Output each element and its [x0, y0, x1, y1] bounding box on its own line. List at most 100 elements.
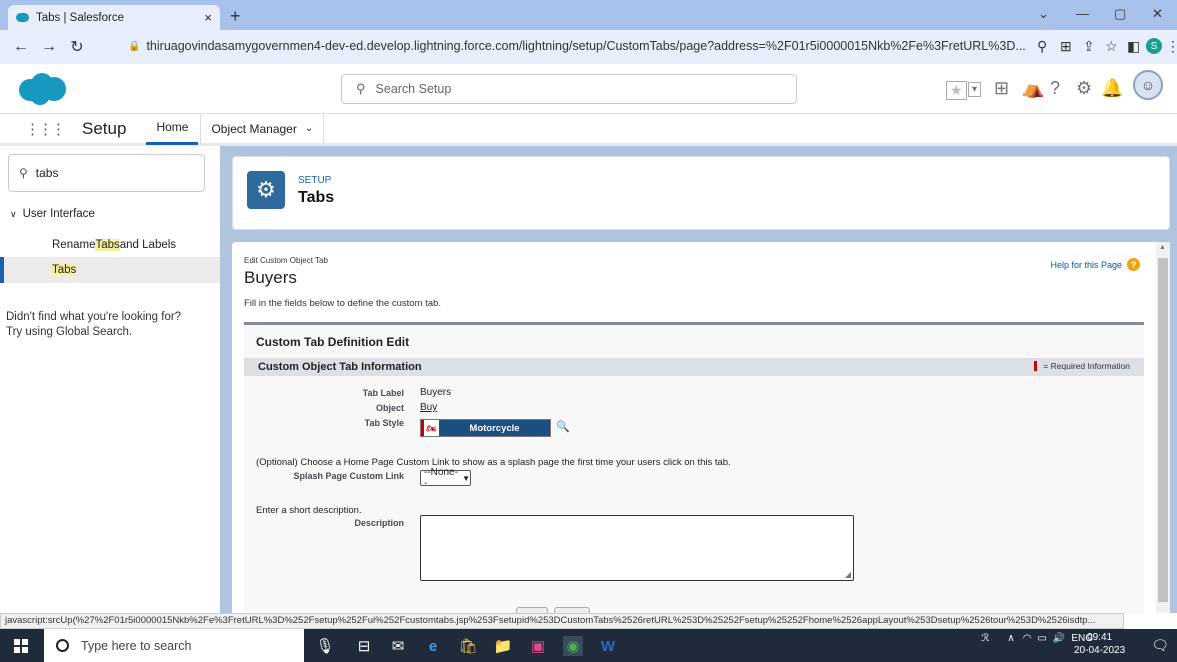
- kebab-menu-icon[interactable]: ⋮: [1166, 38, 1177, 55]
- sidebar-item-tabs[interactable]: Tabs: [0, 257, 220, 283]
- setup-gear-icon: ⚙: [247, 171, 285, 209]
- lookup-magnifier-icon[interactable]: 🔍: [556, 420, 570, 434]
- browser-tab-title: Tabs | Salesforce: [36, 11, 125, 24]
- help-question-icon[interactable]: ?: [1050, 78, 1060, 99]
- form-instructions: Fill in the fields below to define the c…: [244, 298, 441, 309]
- store-icon[interactable]: 🛍: [458, 636, 478, 656]
- sidebar-section-label: User Interface: [22, 208, 95, 220]
- quick-find-input[interactable]: ⚲ tabs: [8, 154, 205, 192]
- edit-label: Edit Custom Object Tab: [244, 256, 328, 265]
- new-tab-button[interactable]: +: [230, 6, 241, 27]
- global-actions-plus-icon[interactable]: ⊞: [994, 78, 1009, 99]
- back-arrow-icon[interactable]: ←: [10, 38, 32, 56]
- tab-search-chevron-icon[interactable]: ⌄: [1038, 6, 1049, 22]
- volume-icon[interactable]: 🔊: [1053, 633, 1065, 644]
- help-question-icon: ?: [1127, 258, 1140, 271]
- required-marker-icon: [1034, 361, 1038, 371]
- search-icon: ⚲: [356, 81, 366, 96]
- tab-definition-section: Custom Tab Definition Edit Custom Object…: [244, 322, 1144, 619]
- cortana-circle-icon: [56, 639, 69, 652]
- browser-toolbar: ← → ↻ 🔒 thiruagovindasamygovernmen4-dev-…: [0, 30, 1177, 64]
- scroll-up-icon[interactable]: ▲: [1159, 244, 1166, 251]
- page-scrollbar[interactable]: ▲: [1156, 242, 1170, 613]
- tab-label-value: Buyers: [420, 387, 452, 398]
- tab-style-selector[interactable]: 🏍 Motorcycle: [420, 419, 551, 437]
- address-bar[interactable]: 🔒 thiruagovindasamygovernmen4-dev-ed.dev…: [128, 33, 1028, 59]
- user-avatar-icon[interactable]: ☺: [1133, 70, 1163, 100]
- app-name: Setup: [82, 118, 127, 138]
- setup-search-input[interactable]: ⚲ Search Setup: [341, 74, 797, 104]
- minimize-window-icon[interactable]: —: [1076, 6, 1089, 21]
- splash-page-instructions: (Optional) Choose a Home Page Custom Lin…: [256, 457, 731, 468]
- sidebar-item-rename-tabs[interactable]: Rename Tabs and Labels: [0, 232, 220, 258]
- zoom-icon[interactable]: ⚲: [1037, 38, 1047, 55]
- notifications-bell-icon[interactable]: 🔔: [1101, 78, 1123, 99]
- favorites-dropdown-icon[interactable]: ▾: [968, 82, 982, 97]
- url-text: thiruagovindasamygovernmen4-dev-ed.devel…: [146, 39, 1026, 53]
- office-app-icon[interactable]: ▣: [528, 636, 548, 656]
- splash-page-label: Splash Page Custom Link: [293, 471, 404, 481]
- page-header-eyebrow: SETUP: [298, 175, 332, 186]
- sidebar-item-label: Rename: [52, 239, 96, 251]
- share-icon[interactable]: ⇪: [1083, 38, 1095, 55]
- trailhead-icon[interactable]: ⛺: [1022, 78, 1044, 99]
- setup-gear-icon[interactable]: ⚙: [1076, 78, 1092, 99]
- edit-form-frame: Edit Custom Object Tab Buyers Help for t…: [232, 242, 1170, 619]
- description-instructions: Enter a short description.: [256, 505, 362, 516]
- close-window-icon[interactable]: ✕: [1152, 6, 1163, 22]
- status-url-bar: javascript:srcUp(%27%2F01r5i0000015Nkb%2…: [0, 613, 1124, 629]
- not-found-message: Didn't find what you're looking for? Try…: [6, 310, 216, 340]
- favorites-star-icon[interactable]: ★: [946, 81, 967, 100]
- chrome-browser-icon[interactable]: ◉: [563, 636, 583, 656]
- microphone-icon[interactable]: 🎙: [315, 636, 335, 656]
- section-title: Custom Tab Definition Edit: [256, 335, 410, 349]
- file-explorer-icon[interactable]: 📁: [493, 636, 513, 656]
- tab-style-label: Tab Style: [364, 418, 404, 428]
- object-label: Object: [375, 403, 404, 413]
- salesforce-logo-icon[interactable]: [16, 72, 68, 106]
- battery-icon[interactable]: ▭: [1037, 633, 1046, 644]
- splash-page-select[interactable]: --None-- ▼: [420, 467, 471, 489]
- taskbar-search-input[interactable]: Type here to search: [44, 629, 304, 662]
- chevron-down-icon: ∨: [10, 208, 17, 219]
- not-found-line: Try using Global Search.: [6, 326, 133, 338]
- browser-tab-bar: Tabs | Salesforce × + ⌄ — ▢ ✕: [0, 0, 1177, 30]
- chevron-down-icon[interactable]: ⌄: [305, 123, 313, 134]
- show-hidden-icons-icon[interactable]: ∧: [1007, 633, 1014, 644]
- people-icon[interactable]: ℛ: [981, 633, 989, 644]
- word-icon[interactable]: W: [598, 636, 618, 656]
- action-center-icon[interactable]: 🗨: [1151, 637, 1169, 654]
- edge-browser-icon[interactable]: e: [423, 636, 443, 656]
- reload-icon[interactable]: ↻: [66, 37, 88, 57]
- tab-object-manager[interactable]: Object Manager ⌄: [200, 112, 325, 145]
- tab-label-label: Tab Label: [362, 388, 404, 398]
- browser-tab[interactable]: Tabs | Salesforce ×: [8, 5, 220, 30]
- record-title: Buyers: [244, 268, 297, 287]
- task-view-icon[interactable]: ⊟: [354, 636, 374, 656]
- profile-avatar-icon[interactable]: S: [1146, 38, 1162, 54]
- forward-arrow-icon[interactable]: →: [38, 38, 60, 56]
- taskbar-search-placeholder: Type here to search: [81, 638, 192, 653]
- splash-page-selected: --None--: [424, 467, 458, 489]
- sidebar-item-label: and Labels: [119, 239, 177, 251]
- not-found-line: Didn't find what you're looking for?: [6, 311, 182, 323]
- resize-grip-icon[interactable]: ◢: [845, 570, 851, 579]
- restore-window-icon[interactable]: ▢: [1114, 6, 1126, 22]
- description-textarea[interactable]: ◢: [420, 515, 854, 581]
- sidebar-section-user-interface[interactable]: ∨ User Interface: [10, 208, 95, 220]
- app-launcher-icon[interactable]: ⋮⋮⋮: [25, 120, 66, 138]
- close-tab-icon[interactable]: ×: [204, 10, 212, 25]
- translate-icon[interactable]: ⊞: [1060, 38, 1072, 55]
- taskbar-clock[interactable]: 09:41 20-04-2023: [1074, 631, 1125, 657]
- object-link[interactable]: Buy: [420, 402, 437, 413]
- help-link[interactable]: Help for this Page ?: [1050, 258, 1140, 271]
- mail-icon[interactable]: ✉: [388, 636, 408, 656]
- info-subheader-title: Custom Object Tab Information: [258, 361, 422, 373]
- scrollbar-thumb[interactable]: [1158, 258, 1168, 602]
- sidebar-toggle-icon[interactable]: ◧: [1127, 38, 1140, 55]
- wifi-icon[interactable]: ◠: [1023, 633, 1032, 644]
- bookmark-star-icon[interactable]: ☆: [1105, 38, 1118, 55]
- motorcycle-icon: 🏍: [421, 420, 439, 436]
- tab-home[interactable]: Home: [146, 113, 199, 145]
- windows-start-icon[interactable]: [14, 639, 28, 653]
